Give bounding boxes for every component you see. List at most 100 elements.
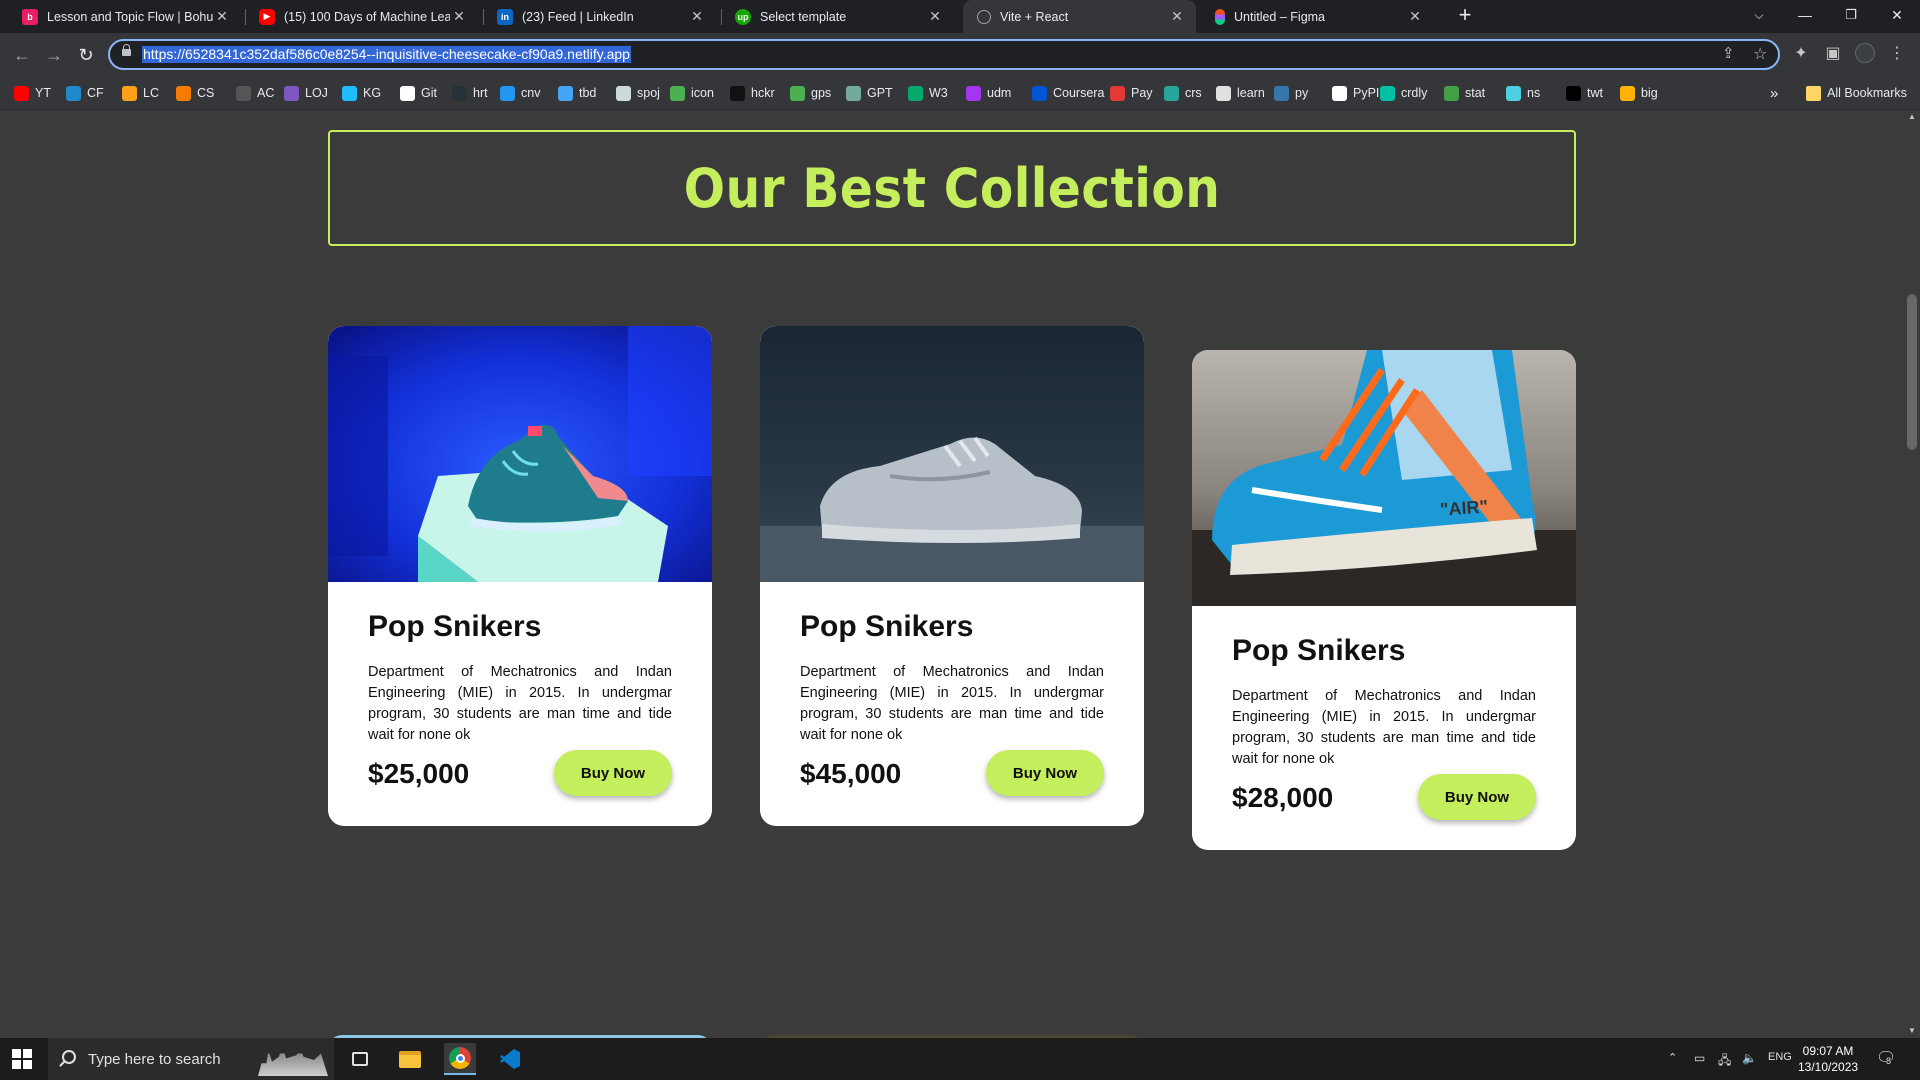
bookmark-udm[interactable]: udm <box>966 84 1011 102</box>
bookmark-crdly[interactable]: crdly <box>1380 84 1427 102</box>
bookmark-coursera[interactable]: Coursera <box>1032 84 1104 102</box>
show-hidden-icons-chevron[interactable]: ⌃ <box>1668 1051 1677 1064</box>
bookmark-learn[interactable]: learn <box>1216 84 1265 102</box>
menu-kebab-icon[interactable]: ⋮ <box>1886 43 1908 65</box>
restore-button[interactable]: ❐ <box>1828 0 1874 33</box>
close-tab-icon[interactable]: ✕ <box>1406 8 1424 25</box>
bookmark-label: udm <box>987 86 1012 100</box>
forward-arrow-icon[interactable]: → <box>40 41 68 69</box>
bookmark-star-icon[interactable]: ☆ <box>1753 44 1767 64</box>
tab-linkedin[interactable]: in (23) Feed | LinkedIn ✕ <box>483 0 716 33</box>
file-explorer-icon[interactable] <box>394 1043 426 1075</box>
bookmark-ac[interactable]: AC <box>236 84 274 102</box>
bookmark-cnv[interactable]: cnv <box>500 84 540 102</box>
bookmark-hckr[interactable]: hckr <box>730 84 775 102</box>
bookmark-favicon-icon <box>284 85 299 101</box>
meet-now-icon[interactable]: ▭ <box>1694 1051 1705 1065</box>
close-tab-icon[interactable]: ✕ <box>1168 8 1186 25</box>
task-view-icon[interactable] <box>344 1043 376 1075</box>
bookmark-ns[interactable]: ns <box>1506 84 1540 102</box>
bookmark-stat[interactable]: stat <box>1444 84 1485 102</box>
close-tab-icon[interactable]: ✕ <box>688 8 706 25</box>
clock-date: 13/10/2023 <box>1798 1060 1859 1074</box>
bookmark-cf[interactable]: CF <box>66 84 104 102</box>
chrome-icon[interactable] <box>444 1043 476 1075</box>
new-tab-button[interactable]: + <box>1453 4 1477 28</box>
system-clock[interactable]: 09:07 AM 13/10/2023 <box>1798 1043 1858 1075</box>
profile-avatar[interactable] <box>1854 43 1876 65</box>
close-tab-icon[interactable]: ✕ <box>926 8 944 25</box>
bookmark-label: KG <box>363 86 382 100</box>
bookmark-loj[interactable]: LOJ <box>284 84 328 102</box>
bookmark-yt[interactable]: YT <box>14 84 51 102</box>
vscode-icon[interactable] <box>494 1043 526 1075</box>
bookmark-kg[interactable]: KG <box>342 84 381 102</box>
close-tab-icon[interactable]: ✕ <box>450 8 468 25</box>
scrollbar-thumb[interactable] <box>1907 294 1917 450</box>
page-scrollbar[interactable]: ▲ ▼ <box>1903 110 1920 1038</box>
bookmark-lc[interactable]: LC <box>122 84 159 102</box>
bookmark-gps[interactable]: gps <box>790 84 831 102</box>
more-bookmarks-chevron[interactable]: » <box>1770 84 1778 102</box>
notification-center-icon[interactable]: 🗨8 <box>1876 1048 1896 1068</box>
bookmark-label: stat <box>1465 86 1486 100</box>
scroll-up-arrow-icon[interactable]: ▲ <box>1907 112 1917 121</box>
scroll-down-arrow-icon[interactable]: ▼ <box>1907 1026 1917 1035</box>
buy-now-button[interactable]: Buy Now <box>1418 774 1536 820</box>
bookmark-w3[interactable]: W3 <box>908 84 948 102</box>
windows-start-icon[interactable] <box>12 1049 32 1069</box>
close-tab-icon[interactable]: ✕ <box>213 8 231 25</box>
tab-upwork[interactable]: up Select template ✕ <box>721 0 954 33</box>
bookmark-spoj[interactable]: spoj <box>616 84 660 102</box>
taskbar-search-box[interactable]: Type here to search <box>48 1038 334 1080</box>
bookmark-big[interactable]: big <box>1620 84 1658 102</box>
bookmark-hrt[interactable]: hrt <box>452 84 488 102</box>
bookmark-crs[interactable]: crs <box>1164 84 1202 102</box>
reload-icon[interactable]: ↻ <box>72 41 100 69</box>
bookmarks-bar: YT CF LC CS AC LOJ KG Git hrt cnv tbd spoj icon hckr g… <box>0 76 1920 110</box>
bookmark-py[interactable]: py <box>1274 84 1308 102</box>
product-description: Department of Mechatronics and Indan Eng… <box>800 664 1104 743</box>
volume-icon[interactable]: 🔈 <box>1742 1051 1757 1065</box>
folder-icon <box>1806 85 1821 101</box>
tab-bohubrihi[interactable]: b Lesson and Topic Flow | Bohubri ✕ <box>8 0 241 33</box>
tab-vite-react[interactable]: Vite + React ✕ <box>963 0 1196 33</box>
product-description: Department of Mechatronics and Indan Eng… <box>368 664 672 743</box>
minimize-button[interactable]: — <box>1782 0 1828 33</box>
bookmark-pypi[interactable]: PyPI <box>1332 84 1379 102</box>
address-bar[interactable]: https://6528341c352daf586c0e8254--inquis… <box>108 39 1780 70</box>
bookmark-label: W3 <box>929 86 948 100</box>
bookmark-cs[interactable]: CS <box>176 84 214 102</box>
close-window-button[interactable]: ✕ <box>1874 0 1920 33</box>
url-text[interactable]: https://6528341c352daf586c0e8254--inquis… <box>142 46 631 63</box>
product-image-blue-air-jordan: "AIR" <box>1192 350 1576 606</box>
bookmark-icon[interactable]: icon <box>670 84 714 102</box>
all-bookmarks-folder[interactable]: All Bookmarks <box>1806 84 1907 102</box>
buy-now-button[interactable]: Buy Now <box>986 750 1104 796</box>
bookmark-label: AC <box>257 86 275 100</box>
upwork-icon: up <box>735 8 751 25</box>
share-icon[interactable]: ⇪ <box>1722 44 1735 62</box>
browser-toolbar: ← → ↻ https://6528341c352daf586c0e8254--… <box>0 33 1920 76</box>
bookmark-gpt[interactable]: GPT <box>846 84 893 102</box>
clock-time: 09:07 AM <box>1802 1044 1854 1058</box>
page-viewport: Our Best Collection Pop Snikers Departme… <box>0 110 1920 1038</box>
bookmark-favicon-icon <box>1164 85 1179 101</box>
side-panel-icon[interactable]: ▣ <box>1822 43 1844 65</box>
tab-figma[interactable]: Untitled – Figma ✕ <box>1201 0 1434 33</box>
tab-search-chevron-icon[interactable]: ⌵ <box>1736 0 1782 33</box>
bookmark-label: crs <box>1185 86 1202 100</box>
bookmark-twt[interactable]: twt <box>1566 84 1603 102</box>
tab-youtube[interactable]: ▶ (15) 100 Days of Machine Learni ✕ <box>245 0 478 33</box>
bookmark-git[interactable]: Git <box>400 84 437 102</box>
bookmark-tbd[interactable]: tbd <box>558 84 596 102</box>
buy-now-button[interactable]: Buy Now <box>554 750 672 796</box>
network-icon[interactable]: 🖧 <box>1718 1051 1731 1072</box>
language-indicator[interactable]: ENG <box>1768 1051 1792 1063</box>
back-arrow-icon[interactable]: ← <box>8 41 36 69</box>
bookmark-pay[interactable]: Pay <box>1110 84 1153 102</box>
bookmark-favicon-icon <box>616 85 631 101</box>
bookmark-label: py <box>1295 86 1309 100</box>
extensions-puzzle-icon[interactable]: ✦ <box>1790 43 1812 65</box>
bookmark-label: LC <box>143 86 159 100</box>
